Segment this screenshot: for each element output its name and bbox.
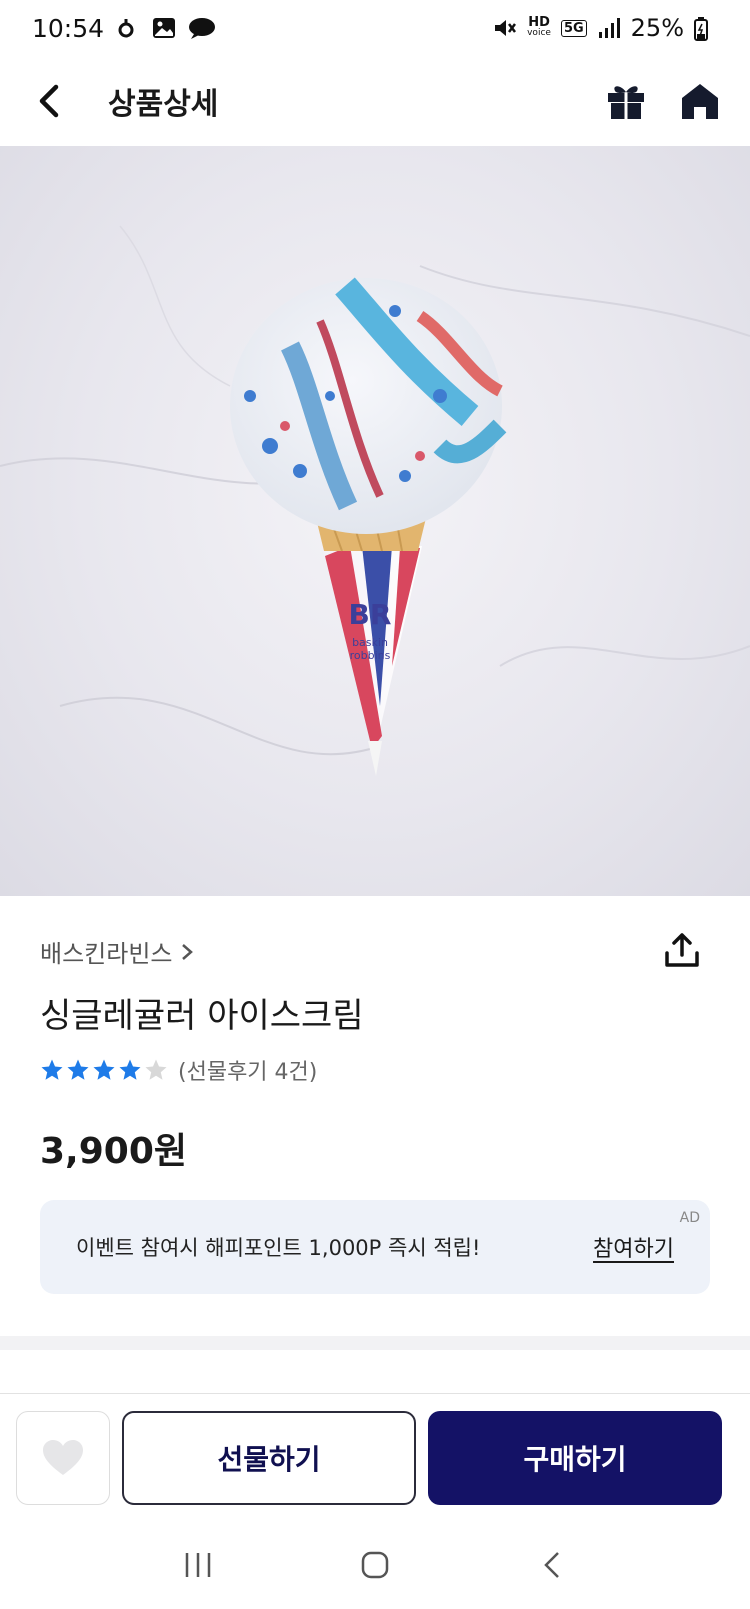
svg-text:BR: BR: [349, 598, 392, 631]
wishlist-button[interactable]: [16, 1411, 110, 1505]
ad-tag: AD: [679, 1210, 700, 1226]
home-button[interactable]: [678, 79, 722, 123]
section-divider: [0, 1336, 750, 1350]
brand-link[interactable]: 배스킨라빈스: [40, 934, 194, 969]
notification-dot-icon: [116, 17, 140, 39]
brand-name: 배스킨라빈스: [40, 940, 173, 968]
section-divider-line: [0, 1393, 750, 1394]
svg-text:baskin: baskin: [352, 636, 388, 649]
ad-text: 이벤트 참여시 해피포인트 1,000P 즉시 적립!: [76, 1236, 481, 1260]
product-name: 싱글레귤러 아이스크림: [40, 996, 364, 1036]
gift-button[interactable]: 선물하기: [122, 1411, 416, 1505]
ice-cream-cone-illustration: BR baskin robbins: [0, 225, 750, 776]
app-header: 상품상세: [0, 56, 750, 146]
share-button[interactable]: [658, 926, 706, 974]
mute-icon: [493, 17, 517, 39]
home-icon: [682, 84, 718, 119]
ad-banner[interactable]: 이벤트 참여시 해피포인트 1,000P 즉시 적립! 참여하기 AD: [40, 1200, 710, 1294]
home-nav-button[interactable]: [345, 1535, 405, 1595]
svg-text:robbins: robbins: [350, 649, 391, 662]
chevron-right-icon: [182, 943, 194, 960]
star-filled-icon: [119, 1059, 141, 1080]
system-nav-bar: [0, 1520, 750, 1609]
ad-join-link[interactable]: 참여하기: [593, 1231, 674, 1263]
product-image: BR baskin robbins: [0, 146, 750, 896]
star-rating: [40, 1058, 168, 1082]
back-arrow-icon: [39, 84, 59, 118]
home-nav-icon: [361, 1551, 389, 1578]
status-bar: 10:54 HD voice 5G 25%: [0, 0, 750, 56]
hd-voice-badge: HD voice: [527, 15, 551, 38]
battery-icon: [694, 17, 718, 41]
status-left: 10:54: [32, 13, 216, 43]
bottom-action-bar: 선물하기 구매하기: [0, 1408, 750, 1508]
hd-label: HD: [528, 15, 550, 30]
chat-icon: [188, 17, 216, 39]
back-button[interactable]: [28, 81, 68, 121]
heart-icon: [43, 1440, 83, 1475]
rating-row: (선물후기 4건): [40, 1054, 317, 1086]
share-icon: [665, 933, 699, 967]
signal-icon: [597, 17, 621, 39]
back-nav-icon: [543, 1551, 559, 1578]
battery-label: 25%: [630, 14, 684, 42]
star-filled-icon: [41, 1059, 63, 1080]
gift-box-button[interactable]: [604, 79, 648, 123]
star-filled-icon: [93, 1059, 115, 1080]
star-empty-icon: [145, 1059, 167, 1080]
gift-box-icon: [608, 86, 644, 119]
gallery-icon: [152, 17, 176, 39]
hd-sub-label: voice: [527, 28, 551, 38]
back-nav-button[interactable]: [522, 1535, 582, 1595]
review-count[interactable]: (선물후기 4건): [178, 1054, 317, 1086]
star-filled-icon: [67, 1059, 89, 1080]
product-price: 3,900원: [40, 1131, 187, 1172]
header-actions: [604, 79, 722, 123]
page-title: 상품상세: [108, 87, 219, 122]
status-right: HD voice 5G 25%: [493, 14, 718, 42]
recent-apps-button[interactable]: [168, 1535, 228, 1595]
buy-button[interactable]: 구매하기: [428, 1411, 722, 1505]
recent-apps-icon: [186, 1552, 211, 1577]
network-label: 5G: [560, 19, 587, 37]
status-time: 10:54: [32, 13, 105, 43]
